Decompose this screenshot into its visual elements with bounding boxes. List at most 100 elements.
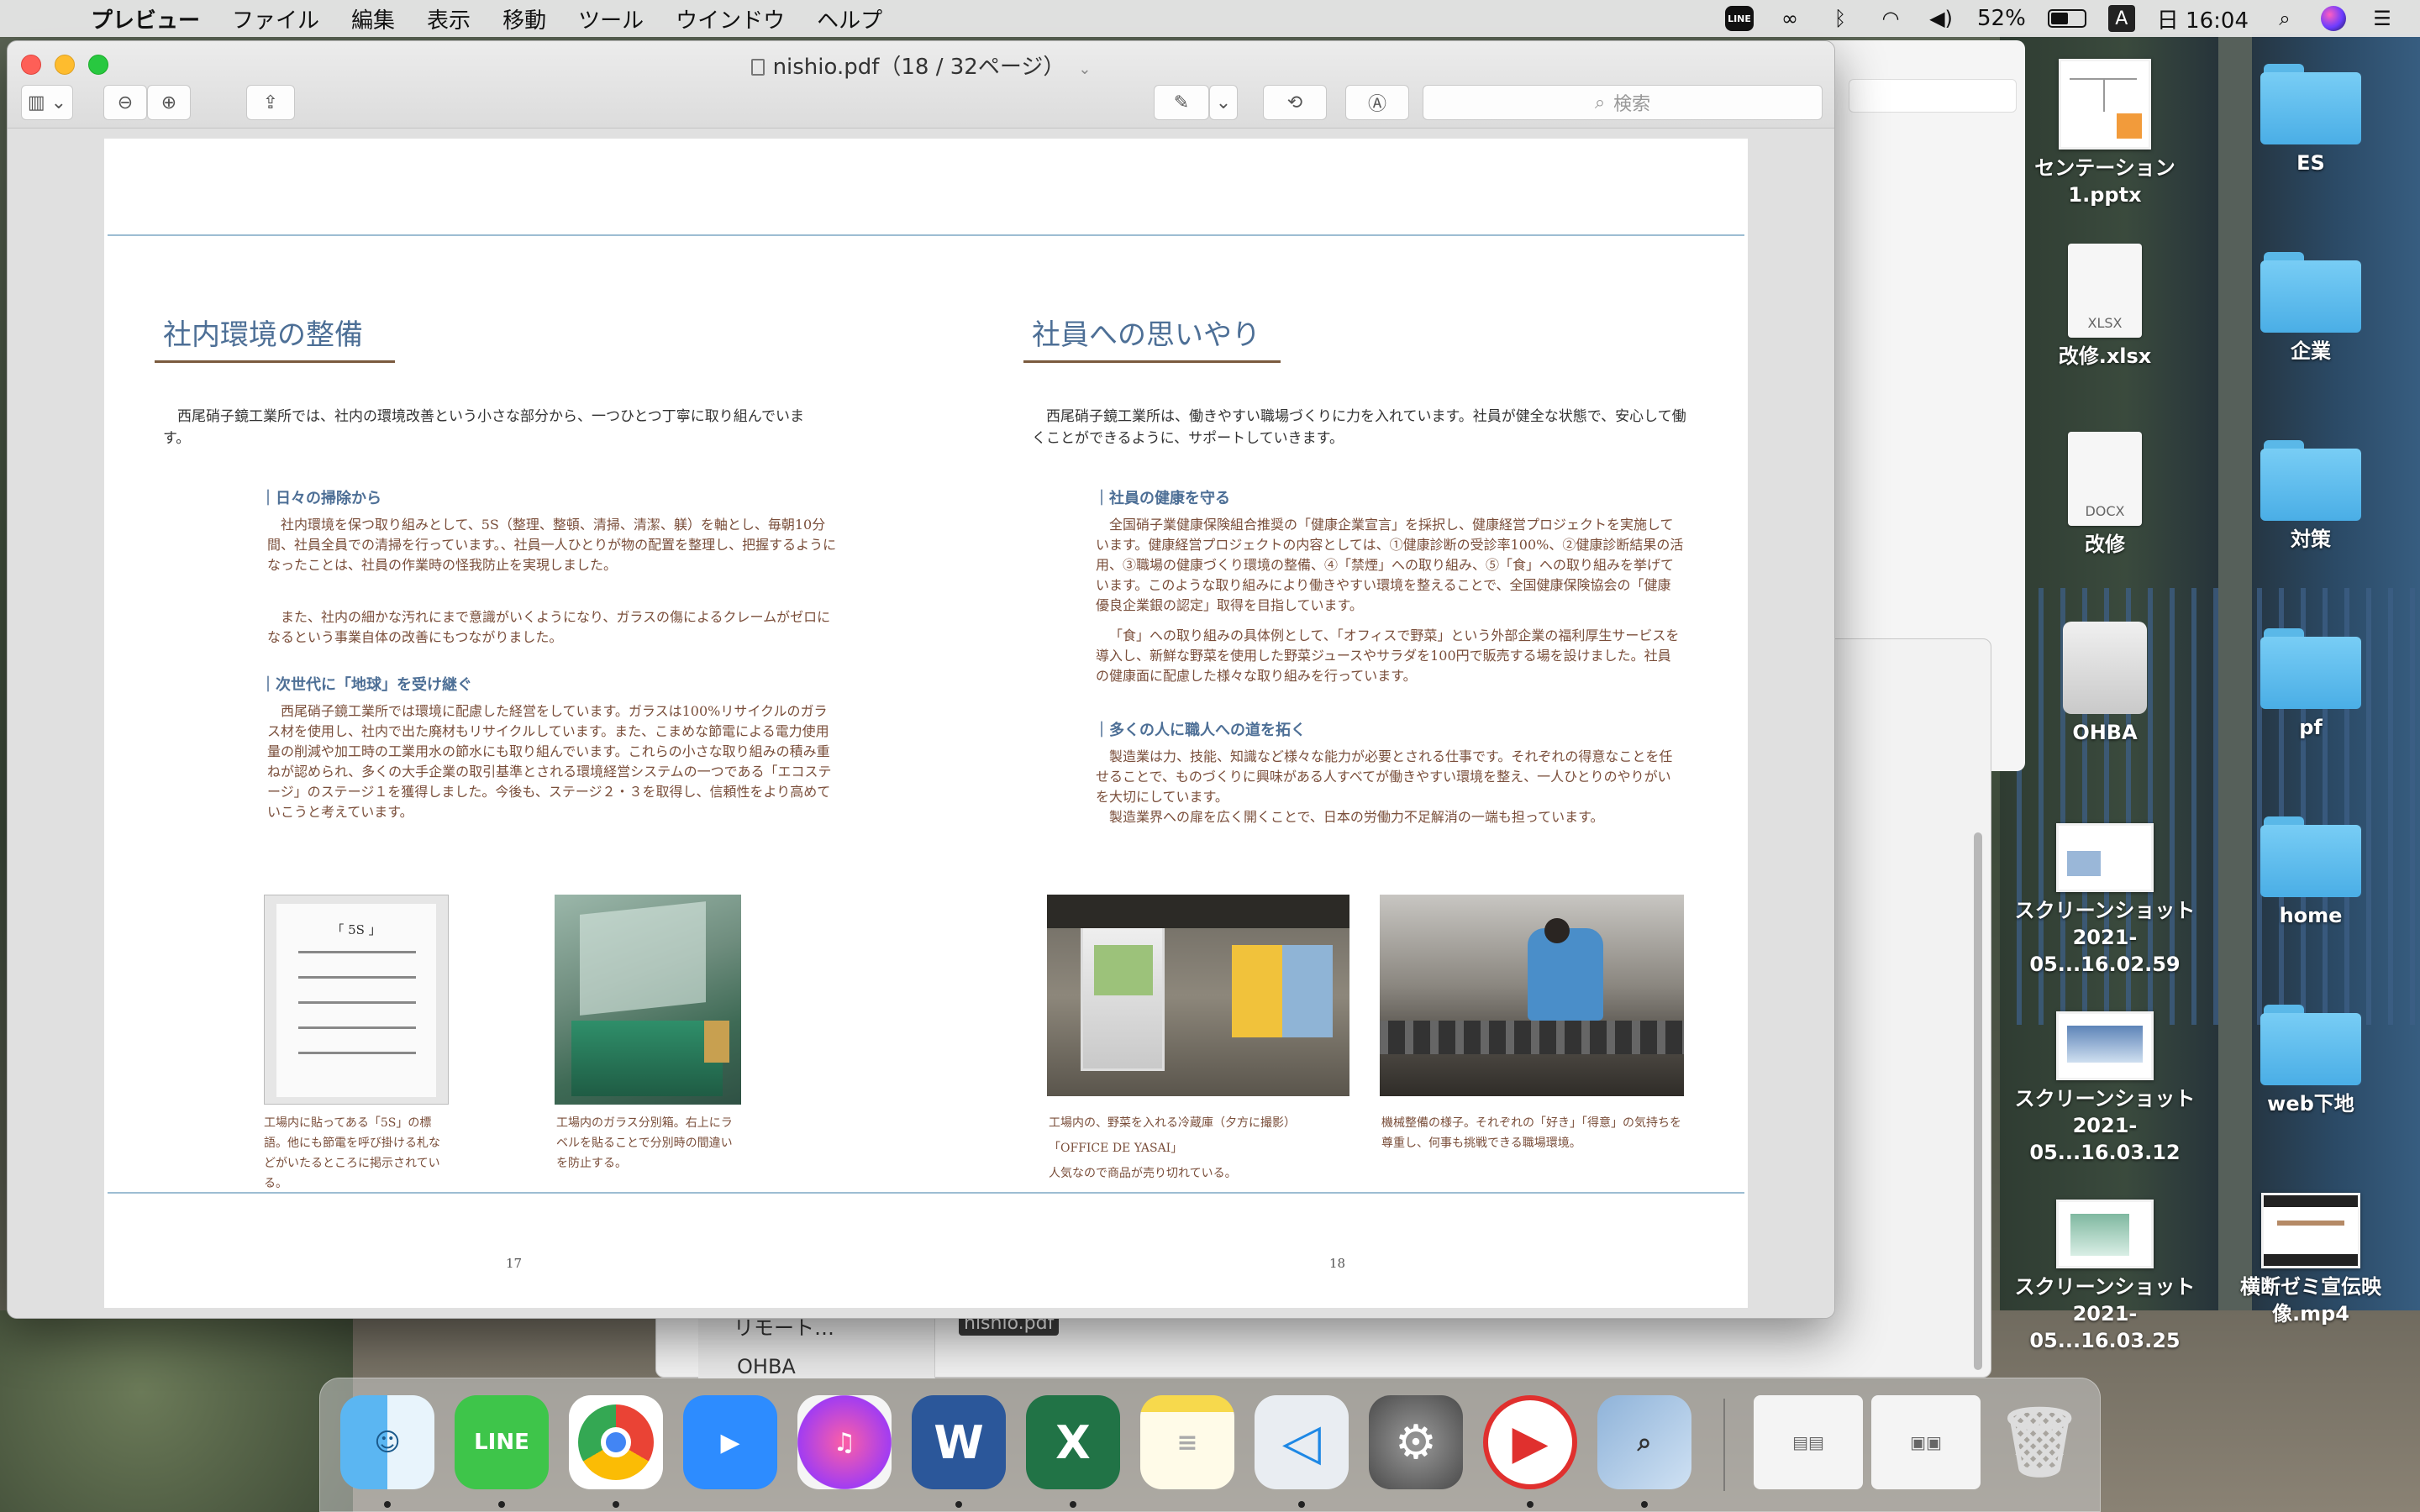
dock-trash[interactable]: 🗑 [1992,1395,2086,1489]
menu-go[interactable]: 移動 [502,3,546,34]
sidebar-toggle-button[interactable]: ▥ ⌄ [21,85,73,120]
siri-icon[interactable] [2321,6,2346,31]
desktop-screenshot-1[interactable]: スクリーンショット 2021-05...16.02.59 [2008,823,2202,978]
markup-menu-button[interactable]: ⌄ [1209,85,1238,120]
dock-excel[interactable]: X [1026,1395,1120,1489]
caption-fridge-line1: 工場内の、野菜を入れる冷蔵庫（夕方に撮影） [1049,1116,1296,1130]
window-titlebar[interactable]: nishio.pdf（18 / 32ページ） ⌄ ▥ ⌄ ⊖ ⊕ ⇪ ✎ ⌄ ⟲ … [8,41,1834,129]
screenshot-thumbnail [2056,1011,2154,1080]
dock-vscode[interactable]: ◁ [1255,1395,1349,1489]
desktop-folder-es[interactable]: ES [2214,64,2407,176]
folder-icon [2260,1005,2361,1085]
dock-running-indicator [498,1501,505,1508]
desktop-screenshot-2[interactable]: スクリーンショット 2021-05...16.03.12 [2008,1011,2202,1166]
dock-line[interactable]: LINE [455,1395,549,1489]
desktop-folder-pf[interactable]: pf [2214,628,2407,741]
notes-icon: ≡ [1176,1427,1198,1457]
markup-button[interactable]: ✎ [1154,85,1209,120]
left-heading-underline [155,360,395,363]
battery-icon[interactable] [2047,9,2086,28]
input-source-icon[interactable]: A [2107,5,2135,32]
right-intro: 西尾硝子鏡工業所は、働きやすい職場づくりに力を入れています。社員が健全な状態で、… [1032,408,1686,447]
desktop-file-xlsx[interactable]: XLSX 改修.xlsx [2008,244,2202,370]
window-title[interactable]: nishio.pdf（18 / 32ページ） ⌄ [8,50,1834,81]
caption-fridge-line2: 「OFFICE DE YASAI」 [1049,1142,1183,1155]
menu-window[interactable]: ウインドウ [676,3,785,34]
right-sub2: ｜多くの人に職人への道を拓く [1094,722,1306,739]
dock-word[interactable]: W [912,1395,1006,1489]
preview-window[interactable]: nishio.pdf（18 / 32ページ） ⌄ ▥ ⌄ ⊖ ⊕ ⇪ ✎ ⌄ ⟲ … [7,40,1835,1319]
desktop-file-pptx[interactable]: センテーション1.pptx [2008,59,2202,208]
spotlight-search-icon[interactable]: ⌕ [2270,4,2299,33]
share-button[interactable]: ⇪ [246,85,295,120]
desktop-screenshot-3[interactable]: スクリーンショット 2021-05...16.03.25 [2008,1200,2202,1354]
notification-center-icon[interactable]: ☰ [2368,4,2396,33]
bluetooth-icon[interactable]: ᛒ [1826,4,1854,33]
right-para2b: 製造業界への扉を広く開くことで、日本の労働力不足解消の一端も担っています。 [1109,809,1604,825]
drive-icon [2063,622,2147,714]
dock-preview[interactable]: ⌕ [1597,1395,1691,1489]
rotate-button[interactable]: ⟲ [1263,85,1327,120]
sidebar-icon: ▥ ⌄ [27,92,67,113]
desktop-folder-taisaku[interactable]: 対策 [2214,440,2407,553]
document-viewer[interactable]: 社内環境の整備 西尾硝子鏡工業所では、社内の環境改善という小さな部分から、一つひ… [8,129,1834,1318]
search-field[interactable]: ⌕ 検索 [1423,85,1823,120]
desktop-folder-home[interactable]: home [2214,816,2407,929]
dock-music[interactable]: ♫ [797,1395,892,1489]
menu-edit[interactable]: 編集 [351,3,395,34]
right-sub1: ｜社員の健康を守る [1094,490,1230,507]
dock-notes[interactable]: ≡ [1140,1395,1234,1489]
dock-chrome[interactable] [569,1395,663,1489]
finder-sidebar-ohba[interactable]: OHBA [737,1355,796,1378]
dock-zoom[interactable]: ▶ [683,1395,777,1489]
menu-bar: プレビュー ファイル 編集 表示 移動 ツール ウインドウ ヘルプ LINE ∞… [0,0,2420,37]
desktop-folder-kigyo[interactable]: 企業 [2214,252,2407,365]
photo-glass-sorting-box [555,895,741,1105]
menubar-clock[interactable]: 日 16:04 [2157,3,2249,34]
zoom-out-button[interactable]: ⊖ [103,85,147,120]
dock-running-indicator [955,1501,962,1508]
word-icon: W [934,1415,984,1469]
wifi-icon[interactable]: ◠ [1876,4,1905,33]
dock-downloads-stack[interactable]: ▤▤ [1754,1395,1863,1489]
menu-tools[interactable]: ツール [578,3,644,34]
vscode-icon: ◁ [1281,1413,1322,1472]
menu-app[interactable]: プレビュー [91,3,200,34]
chrome-icon [578,1404,654,1480]
line-status-icon[interactable]: LINE [1725,6,1754,31]
desktop-folder-web[interactable]: web下地 [2214,1005,2407,1117]
video-thumbnail [2261,1193,2360,1268]
creative-cloud-icon[interactable]: ∞ [1776,4,1804,33]
menu-help[interactable]: ヘルプ [817,3,882,34]
right-heading: 社員への思いやり [1032,318,1260,352]
pptx-thumbnail [2059,59,2151,150]
caption-machine: 機械整備の様子。それぞれの「好き」「得意」の気持ちを尊重し、何事も挑戦できる職場… [1381,1116,1681,1150]
dock-system-preferences[interactable]: ⚙ [1369,1395,1463,1489]
dock: ☺ LINE ▶ ♫ W X ≡ ◁ ⚙ ▶ ⌕ ▤▤ ▣▣ 🗑 [319,1378,2101,1512]
menu-view[interactable]: 表示 [427,3,471,34]
dock-running-indicator [384,1501,391,1508]
chevron-down-icon[interactable]: ⌄ [1078,60,1091,78]
finder-scrollbar[interactable] [1974,832,1982,1370]
volume-icon[interactable]: ◀) [1927,4,1955,33]
gear-icon: ⚙ [1394,1415,1438,1470]
play-icon: ▶ [1512,1415,1549,1470]
dock-presenter[interactable]: ▶ [1483,1395,1577,1489]
battery-percent[interactable]: 52% [1977,6,2026,31]
dock-running-indicator [1641,1501,1648,1508]
folder-icon [2260,816,2361,897]
wallpaper-foliage [0,1310,353,1512]
photo-machine-maintenance [1380,895,1684,1096]
caption-fridge-line3: 人気なので商品が売り切れている。 [1049,1167,1237,1180]
desktop-file-docx[interactable]: DOCX 改修 [2008,432,2202,558]
page-number-17: 17 [506,1256,523,1271]
dock-finder[interactable]: ☺ [340,1395,434,1489]
folder-icon [2260,628,2361,709]
zoom-in-button[interactable]: ⊕ [147,85,191,120]
left-para2: 西尾硝子鏡工業所では環境に配慮した経営をしています。ガラスは100%リサイクルの… [267,703,832,820]
desktop-file-mp4[interactable]: 横断ゼミ宣伝映像.mp4 [2214,1193,2407,1327]
desktop-drive-ohba[interactable]: OHBA [2008,622,2202,746]
annotate-button[interactable]: Ⓐ [1345,85,1409,120]
menu-file[interactable]: ファイル [232,3,319,34]
dock-screenshots-stack[interactable]: ▣▣ [1871,1395,1981,1489]
